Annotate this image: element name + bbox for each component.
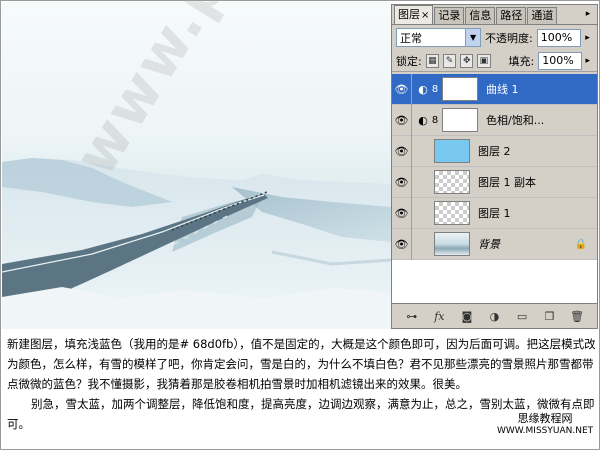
lock-label: 锁定: [396, 54, 422, 68]
tab-channels[interactable]: 通道 [527, 7, 558, 24]
layer-name: 图层 1 副本 [478, 176, 536, 189]
fx-icon[interactable]: fx [431, 310, 447, 323]
eye-icon[interactable]: 👁 [392, 73, 412, 105]
lock-icon: 🔒 [574, 238, 587, 250]
tab-paths-label: 路径 [500, 9, 523, 22]
tab-history-label: 记录 [438, 9, 461, 22]
mask-icon[interactable]: ◙ [459, 310, 475, 323]
layer-thumbnail [434, 232, 470, 256]
panel-menu-arrow-icon[interactable]: ▸ [582, 8, 594, 20]
folder-icon[interactable]: ▭ [514, 310, 530, 323]
tab-layers[interactable]: 图层× [394, 5, 434, 24]
layer-name: 色相/饱和... [486, 114, 545, 127]
tab-channels-label: 通道 [531, 9, 554, 22]
layer-row-layer-2[interactable]: 👁 图层 2 [392, 135, 597, 167]
layer-row-curves[interactable]: 👁 ◐ 8 曲线 1 [392, 73, 597, 105]
eye-icon[interactable]: 👁 [392, 135, 412, 167]
lock-transparency-icon[interactable]: ▦ [425, 53, 439, 68]
screenshot-frame: 图层× 记录 信息 路径 通道 ▸ 正常 ▼ 不透明度: 100% ▸ 锁定: … [0, 0, 600, 450]
layer-mask-thumbnail[interactable] [442, 108, 478, 132]
adjustment-layer-icon: ◐ [418, 113, 428, 127]
layer-row-layer-1-copy[interactable]: 👁 图层 1 副本 [392, 166, 597, 198]
chain-link-icon[interactable]: 8 [430, 84, 440, 95]
site-url: WWW.MISSYUAN.NET [497, 426, 594, 436]
tab-layers-label: 图层 [398, 8, 420, 21]
layer-thumbnail [434, 170, 470, 194]
chevron-down-icon[interactable]: ▼ [465, 29, 481, 46]
fill-label: 填充: [508, 54, 535, 68]
blend-mode-value: 正常 [400, 31, 422, 45]
panel-tabs: 图层× 记录 信息 路径 通道 ▸ [392, 5, 597, 25]
layer-name: 曲线 1 [486, 83, 519, 96]
fill-slider-arrow-icon[interactable]: ▸ [586, 56, 593, 66]
layers-panel: 图层× 记录 信息 路径 通道 ▸ 正常 ▼ 不透明度: 100% ▸ 锁定: … [391, 4, 598, 329]
opacity-label: 不透明度: [485, 31, 533, 45]
tab-paths[interactable]: 路径 [496, 7, 527, 24]
blend-row: 正常 ▼ 不透明度: 100% ▸ [392, 25, 597, 50]
eye-icon[interactable]: 👁 [392, 197, 412, 229]
tab-info[interactable]: 信息 [465, 7, 496, 24]
opacity-slider-arrow-icon[interactable]: ▸ [585, 33, 593, 43]
adjustment-layer-icon: ◐ [418, 82, 428, 96]
layer-row-background[interactable]: 👁 背景 🔒 [392, 228, 597, 260]
layer-name: 图层 1 [478, 207, 511, 220]
layer-thumbnail [434, 139, 470, 163]
lock-all-icon[interactable]: ▣ [477, 53, 491, 68]
lock-row: 锁定: ▦ ✎ ✥ ▣ 填充: 100% ▸ [392, 50, 597, 72]
layer-mask-thumbnail[interactable] [442, 77, 478, 101]
site-name: 思缘教程网 [517, 412, 573, 425]
paragraph-1: 新建图层，填充浅蓝色（我用的是# 68d0fb），值不是固定的，大概是这个颜色即… [7, 337, 596, 391]
close-icon[interactable]: × [421, 10, 429, 21]
layer-row-layer-1[interactable]: 👁 图层 1 [392, 197, 597, 229]
adjustment-icon[interactable]: ◑ [486, 310, 502, 323]
layer-row-hue-saturation[interactable]: 👁 ◐ 8 色相/饱和... [392, 104, 597, 136]
new-layer-icon[interactable]: ❐ [542, 310, 558, 323]
layer-name: 背景 [478, 238, 500, 251]
tab-history[interactable]: 记录 [434, 7, 465, 24]
trash-icon[interactable]: 🗑 [569, 310, 585, 323]
layer-name: 图层 2 [478, 145, 511, 158]
lock-pixels-brush-icon[interactable]: ✎ [442, 53, 457, 68]
layer-list: 👁 ◐ 8 曲线 1 👁 ◐ 8 色相/饱和... 👁 图层 2 👁 图层 1 … [392, 73, 597, 305]
layer-thumbnail [434, 201, 470, 225]
chain-link-icon[interactable]: 8 [430, 115, 440, 126]
eye-icon[interactable]: 👁 [392, 228, 412, 260]
eye-icon[interactable]: 👁 [392, 104, 412, 136]
eye-icon[interactable]: 👁 [392, 166, 412, 198]
blend-mode-select[interactable]: 正常 ▼ [396, 28, 482, 47]
layers-bottom-toolbar: ⊶ fx ◙ ◑ ▭ ❐ 🗑 [392, 303, 597, 328]
site-signature: 思缘教程网 WWW.MISSYUAN.NET [497, 412, 593, 438]
link-icon[interactable]: ⊶ [404, 310, 420, 323]
fill-input[interactable]: 100% [538, 51, 582, 70]
opacity-input[interactable]: 100% [536, 28, 582, 47]
tab-info-label: 信息 [469, 9, 492, 22]
lock-position-move-icon[interactable]: ✥ [460, 53, 474, 68]
